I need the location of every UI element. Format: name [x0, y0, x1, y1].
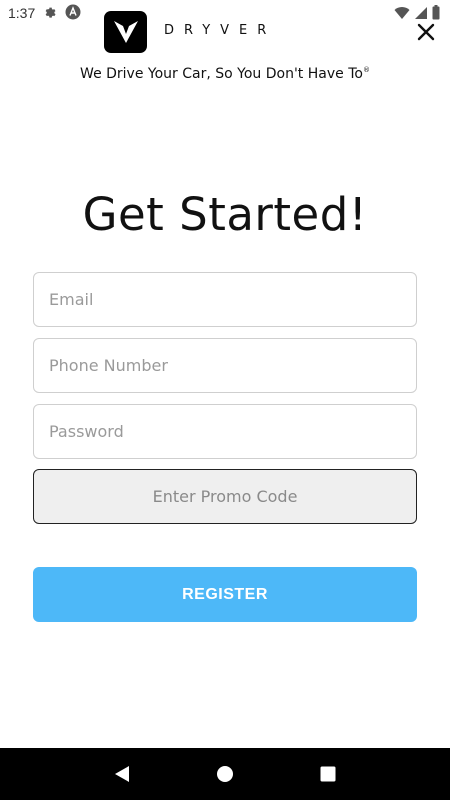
status-time: 1:37: [8, 5, 36, 21]
tagline: We Drive Your Car, So You Don't Have To®: [0, 66, 450, 82]
close-icon: [417, 23, 435, 41]
register-button[interactable]: REGISTER: [33, 567, 417, 622]
wifi-icon: [394, 6, 410, 23]
page-title: Get Started!: [82, 188, 368, 241]
home-icon: [216, 766, 233, 782]
password-field[interactable]: [33, 404, 417, 459]
app-notification-icon: [65, 4, 81, 23]
back-button[interactable]: [107, 759, 137, 789]
home-button[interactable]: [210, 759, 240, 789]
email-field[interactable]: [33, 272, 417, 327]
phone-number-field[interactable]: [33, 338, 417, 393]
register-screen: 1:37 DRYVER We Drive Your Car, So You Do…: [0, 0, 450, 800]
recents-icon: [320, 766, 336, 782]
settings-icon: [43, 5, 57, 22]
navigation-bar: [0, 748, 450, 800]
brand-name: DRYVER: [164, 23, 277, 38]
close-button[interactable]: [414, 20, 438, 44]
back-icon: [114, 766, 129, 782]
promo-code-field[interactable]: [33, 469, 417, 524]
registered-mark: ®: [362, 66, 370, 74]
recents-button[interactable]: [313, 759, 343, 789]
dryver-logo: [104, 11, 147, 53]
tagline-text: We Drive Your Car, So You Don't Have To: [80, 66, 363, 82]
